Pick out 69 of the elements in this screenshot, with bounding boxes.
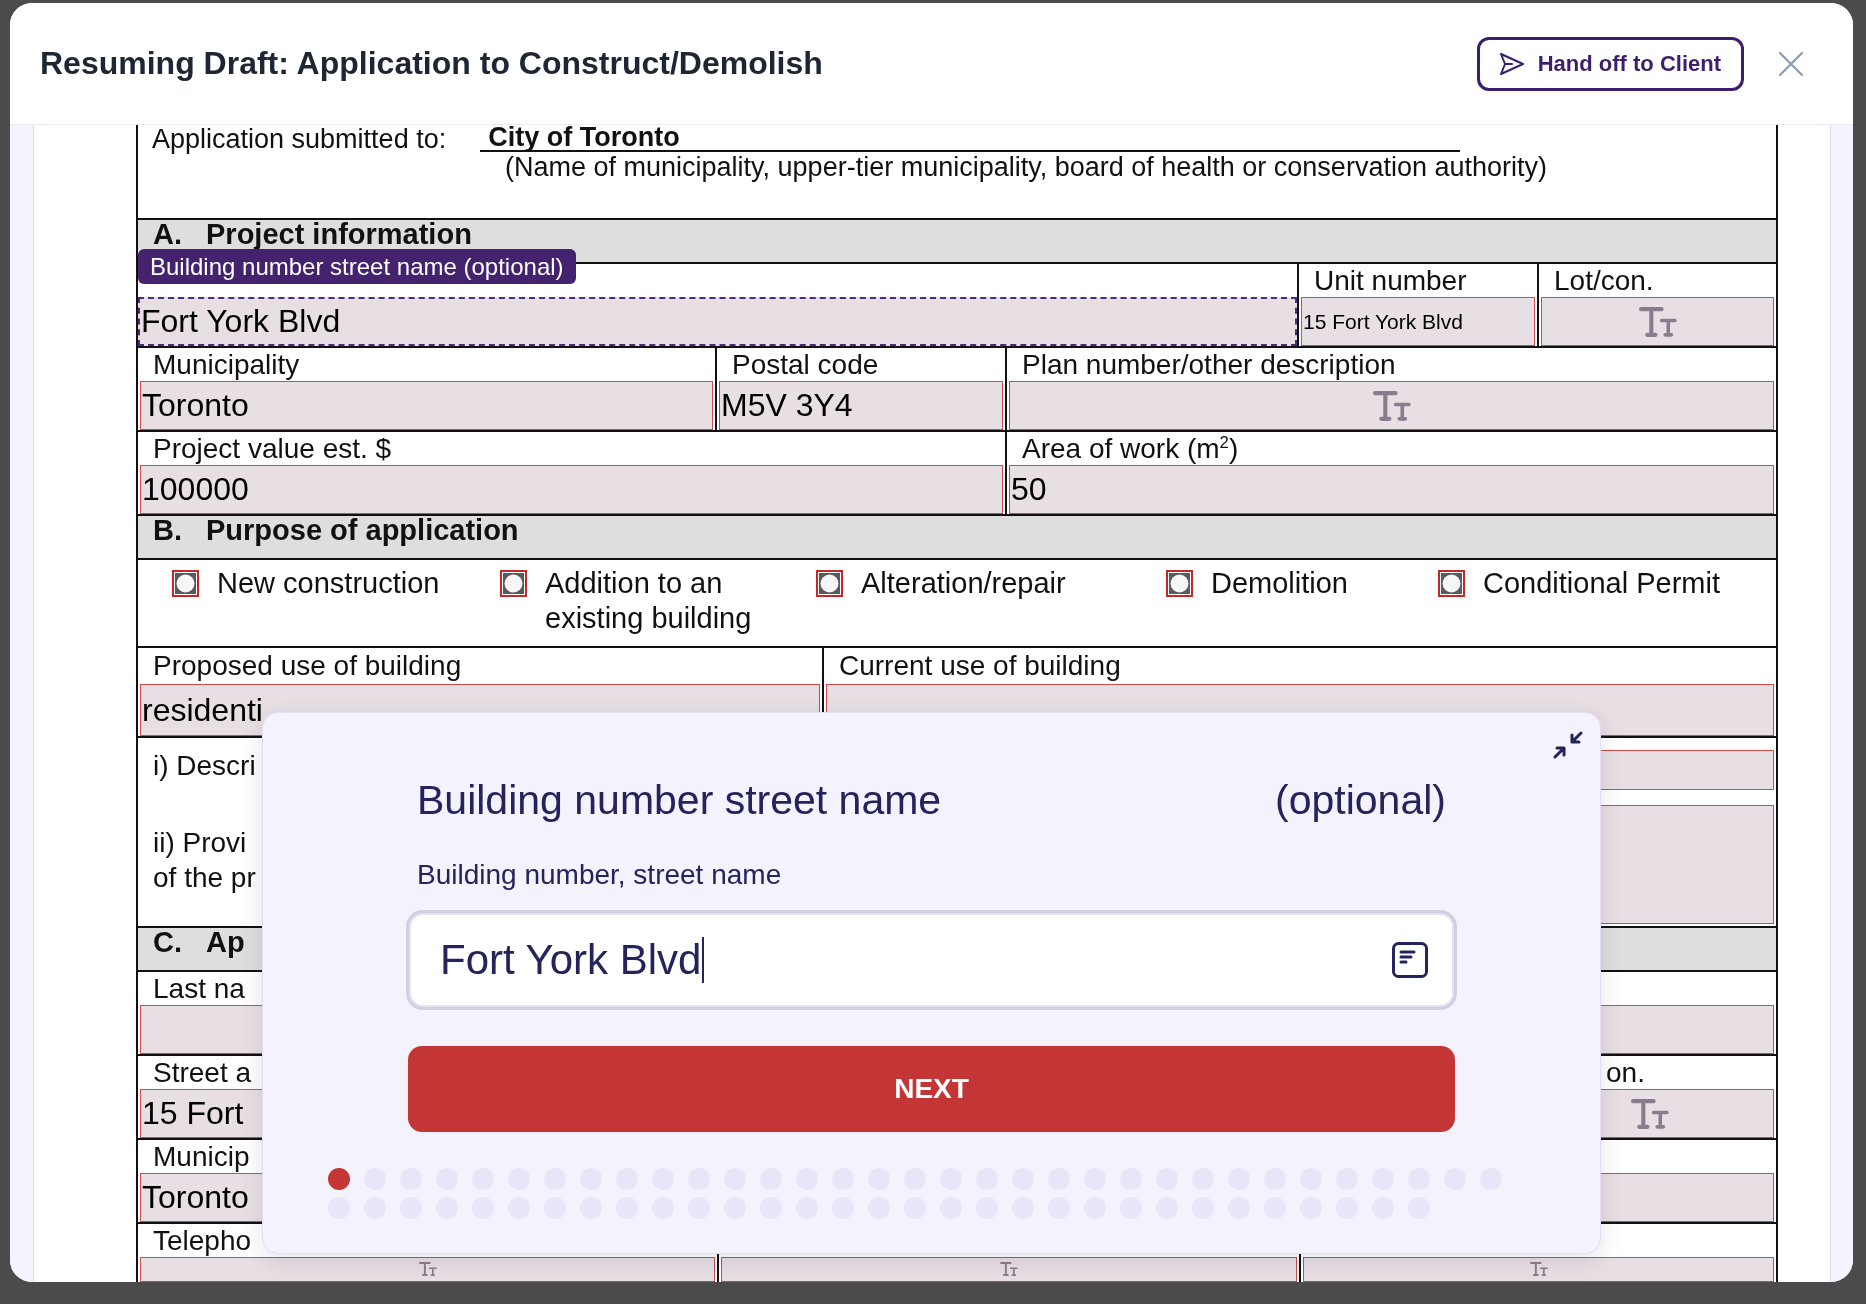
collapse-button[interactable] [1553,731,1583,759]
checkbox[interactable] [1166,570,1193,597]
field-label: Current use of building [839,650,1121,681]
field-label: Plan number/other description [1022,349,1396,380]
collapse-icon [1553,731,1583,759]
text-input[interactable]: Fort York Blvd [409,913,1454,1007]
text-field[interactable] [1601,1089,1774,1138]
close-button[interactable] [1779,51,1803,76]
checkbox[interactable] [500,570,527,597]
field-label: Municipality [153,349,300,380]
description-text: ii) Provi of the pr [152,825,256,895]
text-field[interactable] [1009,381,1774,430]
text-field[interactable] [1541,297,1774,346]
checkbox-label: Addition to an existing building [545,566,753,636]
checkbox-label: New construction [217,566,440,601]
checkbox[interactable] [816,570,843,597]
field-label: Project value est. $ [153,433,392,464]
submitted-to-label: Application submitted to: [152,127,447,152]
field-label: Last na [153,973,245,1004]
text-field[interactable] [140,1005,262,1054]
section-letter: B. [153,516,182,545]
checkbox[interactable] [172,570,199,597]
text-field[interactable]: Toronto [140,1173,262,1222]
next-button[interactable]: NEXT [408,1046,1455,1132]
field-label: Unit number [1314,265,1467,296]
submitted-to-value: City of Toronto [480,125,1461,152]
notes-icon [1392,942,1428,978]
text-field[interactable]: 50 [1009,465,1774,514]
text-field[interactable] [1601,805,1774,924]
text-field[interactable]: 100000 [140,465,1003,514]
checkbox-label: Conditional Permit [1483,566,1720,601]
field-label: Street a [153,1057,252,1088]
tooltip: Building number street name (optional) [138,249,576,284]
window-title: Resuming Draft: Application to Construct/Demolish [40,45,824,82]
question-title: Building number street name [417,776,942,824]
checkbox-label: Demolition [1211,566,1348,601]
text-field[interactable]: M5V 3Y4 [719,381,1003,430]
checkbox-label: Alteration/repair [861,566,1066,601]
close-icon [1779,51,1803,76]
section-title: Ap [206,928,245,957]
optional-label: (optional) [1275,776,1446,824]
hand-off-button[interactable]: Hand off to Client [1476,36,1744,91]
text-cursor-icon [702,937,705,983]
send-icon [1499,52,1524,75]
field-label: on. [1606,1057,1645,1088]
section-letter: A. [153,220,182,249]
field-label: Postal code [732,349,879,380]
description-text: i) Descri [152,749,256,783]
checkbox[interactable] [1438,570,1465,597]
field-label: Telepho [153,1225,252,1256]
text-field[interactable]: 15 Fort York Blvd [1301,297,1535,346]
field-label: Proposed use of building [153,650,462,681]
section-title: Purpose of application [206,516,519,545]
text-field[interactable] [1303,1257,1774,1282]
field-label: Lot/con. [1554,265,1654,296]
text-field[interactable] [1601,750,1774,790]
field-label: Municip [153,1141,250,1172]
text-field[interactable] [1601,1173,1774,1222]
section-title: Project information [206,220,472,249]
text-field[interactable]: 15 Fort [140,1089,262,1138]
input-label: Building number, street name [416,859,782,891]
section-letter: C. [153,928,182,957]
text-field[interactable]: Toronto [140,381,713,430]
text-field[interactable] [140,1257,715,1282]
field-label: Area of work (m$^{2}$) [1022,433,1239,464]
text-field[interactable]: Fort York Blvd [138,297,1297,346]
text-field[interactable] [721,1257,1297,1282]
submitted-to-note: (Name of municipality, upper-tier municipality, board of health or conservation authority) [505,152,1547,182]
text-field[interactable] [1601,1005,1774,1054]
